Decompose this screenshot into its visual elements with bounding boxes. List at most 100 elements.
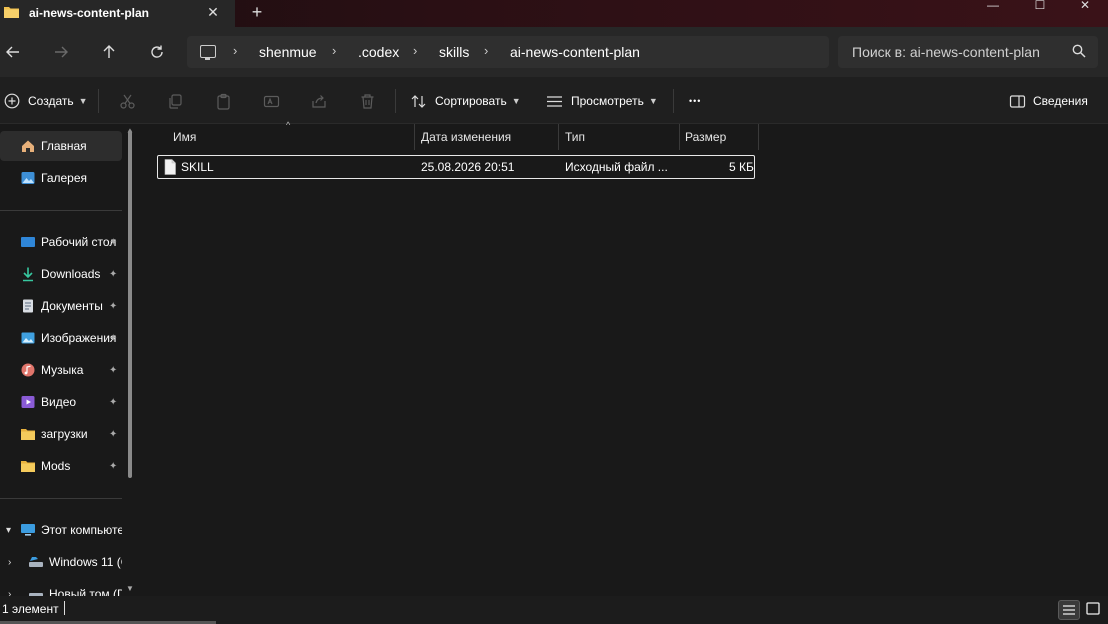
sidebar-item-home[interactable]: Главная	[0, 131, 122, 161]
refresh-button[interactable]	[145, 40, 169, 64]
column-date-modified[interactable]: Дата изменения	[412, 124, 559, 150]
search-input[interactable]	[852, 42, 1062, 62]
pictures-icon	[21, 332, 35, 344]
sidebar-item-label: Новый том (D:)	[49, 587, 122, 596]
chevron-down-icon: ▼	[648, 96, 658, 106]
sidebar-item-zagruzki[interactable]: загрузки ✦	[0, 419, 122, 449]
chevron-down-icon: ▼	[511, 96, 521, 106]
drive-icon	[29, 557, 43, 567]
pin-icon: ✦	[109, 364, 118, 376]
address-bar[interactable]: › shenmue › .codex › skills › ai-news-co…	[187, 36, 829, 68]
column-type[interactable]: Тип	[556, 124, 680, 150]
sidebar-item-documents[interactable]: Документы ✦	[0, 291, 122, 321]
sidebar-item-label: Музыка	[41, 363, 84, 377]
new-tab-button[interactable]: +	[247, 2, 267, 22]
view-button[interactable]: Просмотреть ▼	[546, 89, 658, 113]
sidebar-item-music[interactable]: Музыка ✦	[0, 355, 122, 385]
create-label: Создать	[28, 94, 74, 108]
scroll-down-icon[interactable]: ▼	[126, 584, 134, 593]
item-count: 1 элемент	[2, 602, 59, 616]
back-button[interactable]	[1, 40, 25, 64]
tab-title: ai-news-content-plan	[29, 6, 150, 20]
file-size: 5 КБ	[729, 160, 754, 174]
details-view-icon	[1063, 605, 1075, 615]
sidebar-item-windows-drive[interactable]: › Windows 11 (C:)	[0, 547, 122, 577]
sidebar-item-label: Рабочий стол	[41, 235, 117, 249]
plus-circle-icon	[4, 93, 20, 109]
rename-icon	[263, 95, 280, 107]
chevron-right-icon[interactable]: ›	[8, 557, 11, 568]
tab-close-icon[interactable]: ✕	[205, 3, 221, 21]
tiles-view-button[interactable]	[1083, 600, 1105, 620]
sidebar-item-this-pc[interactable]: ▾ Этот компьютер	[0, 515, 122, 545]
file-name: SKILL	[181, 160, 214, 174]
pin-icon: ✦	[109, 236, 118, 248]
sidebar-item-label: загрузки	[41, 427, 88, 441]
chevron-right-icon[interactable]: ›	[8, 589, 11, 597]
share-icon	[312, 94, 326, 108]
sidebar-item-pictures[interactable]: Изображения ✦	[0, 323, 122, 353]
file-list: ^ Имя Дата изменения Тип Размер SKILL 25…	[142, 120, 1108, 596]
up-button[interactable]	[97, 40, 121, 64]
sidebar-item-label: Windows 11 (C:)	[49, 555, 122, 569]
breadcrumb-ai-news-content-plan[interactable]: ai-news-content-plan	[510, 44, 640, 60]
close-window-button[interactable]: ✕	[1062, 0, 1108, 14]
computer-icon	[21, 524, 35, 536]
sidebar-item-label: Видео	[41, 395, 77, 409]
copy-button[interactable]	[167, 89, 184, 113]
sidebar-item-label: Mods	[41, 459, 71, 473]
music-icon	[21, 363, 35, 377]
details-pane-button[interactable]: Сведения	[1009, 89, 1088, 113]
chevron-down-icon[interactable]: ▾	[6, 525, 11, 536]
sidebar-item-video[interactable]: Видео ✦	[0, 387, 122, 417]
breadcrumb-separator: ›	[413, 43, 418, 58]
breadcrumb-separator: ›	[332, 43, 337, 58]
computer-icon	[200, 45, 216, 60]
breadcrumb-skills[interactable]: skills	[439, 44, 469, 60]
sidebar-scrollbar[interactable]	[128, 130, 132, 478]
arrow-up-icon	[103, 45, 115, 58]
navigation-bar: › shenmue › .codex › skills › ai-news-co…	[0, 27, 1108, 77]
pin-icon: ✦	[109, 460, 118, 472]
sort-button[interactable]: Сортировать ▼	[410, 89, 521, 113]
sidebar-item-desktop[interactable]: Рабочий стол ✦	[0, 227, 122, 257]
pin-icon: ✦	[109, 396, 118, 408]
sidebar-item-label: Downloads	[41, 267, 101, 281]
share-button[interactable]	[311, 89, 328, 113]
rename-button[interactable]	[263, 89, 280, 113]
breadcrumb-separator: ›	[233, 43, 238, 58]
delete-button[interactable]	[359, 89, 376, 113]
maximize-button[interactable]: ☐	[1017, 0, 1063, 14]
details-view-button[interactable]	[1058, 600, 1080, 620]
title-bar: ai-news-content-plan ✕ + — ☐ ✕	[0, 0, 1108, 27]
breadcrumb-shenmue[interactable]: shenmue	[259, 44, 317, 60]
paste-button[interactable]	[215, 89, 232, 113]
column-size[interactable]: Размер	[676, 124, 759, 150]
tab-ai-news-content-plan[interactable]: ai-news-content-plan ✕	[0, 0, 235, 27]
pin-icon: ✦	[109, 300, 118, 312]
arrow-left-icon	[6, 46, 19, 58]
file-icon	[164, 159, 176, 175]
more-options-button[interactable]: •••	[689, 89, 701, 113]
trash-icon	[361, 93, 374, 109]
sidebar-item-gallery[interactable]: Галерея	[0, 163, 122, 193]
sidebar-item-mods[interactable]: Mods ✦	[0, 451, 122, 481]
file-type: Исходный файл ...	[565, 160, 668, 174]
sidebar-item-new-volume[interactable]: › Новый том (D:)	[0, 579, 122, 596]
pin-icon: ✦	[109, 332, 118, 344]
cut-button[interactable]	[119, 89, 136, 113]
create-button[interactable]: Создать ▼	[4, 89, 88, 113]
search-box[interactable]	[838, 36, 1098, 68]
chevron-down-icon: ▼	[78, 96, 88, 106]
sidebar-item-downloads[interactable]: Downloads ✦	[0, 259, 122, 289]
minimize-button[interactable]: —	[970, 0, 1016, 14]
forward-button[interactable]	[49, 40, 73, 64]
gallery-icon	[21, 172, 35, 184]
details-label: Сведения	[1033, 94, 1088, 108]
desktop-icon	[21, 237, 35, 247]
clipboard-icon	[217, 93, 230, 110]
table-row[interactable]: SKILL 25.08.2026 20:51 Исходный файл ...…	[157, 155, 755, 179]
column-name[interactable]: Имя	[164, 124, 415, 150]
scissors-icon	[120, 94, 135, 109]
breadcrumb-codex[interactable]: .codex	[358, 44, 399, 60]
